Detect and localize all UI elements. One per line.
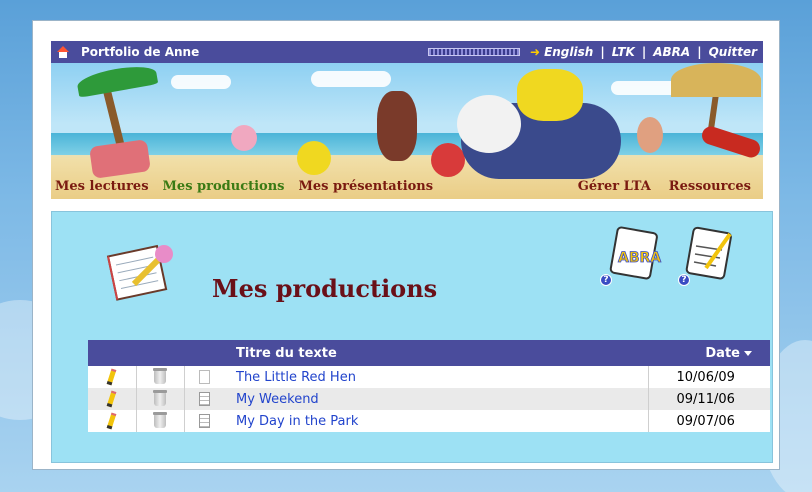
help-icon[interactable]: ? [678, 274, 690, 286]
text-title-link[interactable]: The Little Red Hen [236, 370, 356, 385]
header-delete [136, 340, 184, 366]
delete-cell[interactable] [136, 388, 185, 410]
doc-cell [184, 388, 224, 410]
title-cell: My Day in the Park [224, 410, 649, 432]
nav-gerer-lta[interactable]: Gérer LTA [578, 179, 651, 194]
date-cell: 09/11/06 [647, 388, 770, 410]
home-icon[interactable] [57, 46, 69, 58]
delete-cell[interactable] [136, 410, 185, 432]
sort-down-icon [744, 350, 752, 356]
title-cell: The Little Red Hen [224, 366, 649, 388]
document-icon [198, 414, 210, 428]
doc-cell [184, 410, 224, 432]
trash-icon[interactable] [153, 412, 167, 428]
ltk-link[interactable]: LTK [612, 45, 635, 59]
abra-link[interactable]: ABRA [653, 45, 690, 59]
top-links: ➜ English | LTK | ABRA | Quitter [428, 45, 763, 59]
header-edit [88, 340, 136, 366]
trash-icon[interactable] [153, 368, 167, 384]
doc-cell [184, 366, 224, 388]
header-date[interactable]: Date [648, 340, 770, 366]
table-row: My Weekend 09/11/06 [88, 388, 770, 410]
beach-banner: Mes lectures Mes productions Mes présent… [51, 63, 763, 199]
nav-mes-lectures[interactable]: Mes lectures [55, 179, 149, 194]
header-title[interactable]: Titre du texte [224, 340, 648, 366]
quitter-link[interactable]: Quitter [709, 45, 757, 59]
girl-character [377, 91, 417, 161]
cloud [171, 75, 231, 89]
top-bar: Portfolio de Anne ➜ English | LTK | ABRA… [51, 41, 763, 63]
yellow-creature [517, 69, 583, 121]
edit-cell[interactable] [88, 410, 137, 432]
productions-panel: Mes productions ABRA ? ? Titre du texte … [51, 211, 773, 463]
backpack [297, 141, 331, 175]
table-row: My Day in the Park 09/07/06 [88, 410, 770, 432]
title-cell: My Weekend [224, 388, 649, 410]
english-link[interactable]: English [544, 45, 593, 59]
nav-mes-productions[interactable]: Mes productions [163, 179, 285, 194]
document-icon [198, 392, 210, 406]
pencil-icon[interactable] [106, 390, 117, 408]
date-cell: 09/07/06 [647, 410, 770, 432]
trash-icon[interactable] [153, 390, 167, 406]
header-title-label: Titre du texte [236, 345, 337, 361]
text-title-link[interactable]: My Weekend [236, 392, 319, 407]
portfolio-title: Portfolio de Anne [81, 45, 200, 59]
notepad-tool-icon[interactable] [680, 222, 738, 280]
header-doc [184, 340, 224, 366]
text-title-link[interactable]: My Day in the Park [236, 414, 358, 429]
abra-tool-icon[interactable]: ABRA [606, 222, 664, 280]
separator: | [641, 45, 647, 59]
blank-document-icon [198, 370, 210, 384]
help-icon[interactable]: ? [600, 274, 612, 286]
main-nav: Mes lectures Mes productions Mes présent… [51, 173, 763, 199]
sunbather [637, 117, 663, 153]
header-date-label: Date [705, 345, 740, 361]
arrow-right-icon: ➜ [530, 45, 541, 59]
pencil-icon[interactable] [106, 412, 117, 430]
productions-table: Titre du texte Date The Little Red Hen 1… [88, 340, 770, 432]
portfolio-window: Portfolio de Anne ➜ English | LTK | ABRA… [32, 20, 780, 470]
page-title: Mes productions [212, 274, 438, 303]
cloud [311, 71, 391, 87]
separator: | [600, 45, 605, 59]
beach-ball [431, 143, 465, 177]
delete-cell[interactable] [136, 366, 185, 388]
palm-leaves [75, 63, 159, 98]
table-header-row: Titre du texte Date [88, 340, 770, 366]
progress-bar [428, 48, 520, 56]
ice-cream [231, 125, 257, 151]
edit-cell[interactable] [88, 388, 137, 410]
separator: | [697, 45, 702, 59]
beach-umbrella [671, 63, 761, 97]
pencil-icon[interactable] [106, 368, 117, 386]
date-cell: 10/06/09 [647, 366, 770, 388]
panda-head [457, 95, 521, 153]
notebook-icon [106, 244, 173, 301]
edit-cell[interactable] [88, 366, 137, 388]
svg-text:ABRA: ABRA [618, 250, 661, 266]
table-row: The Little Red Hen 10/06/09 [88, 366, 770, 388]
nav-mes-presentations[interactable]: Mes présentations [299, 179, 434, 194]
nav-ressources[interactable]: Ressources [669, 179, 751, 194]
